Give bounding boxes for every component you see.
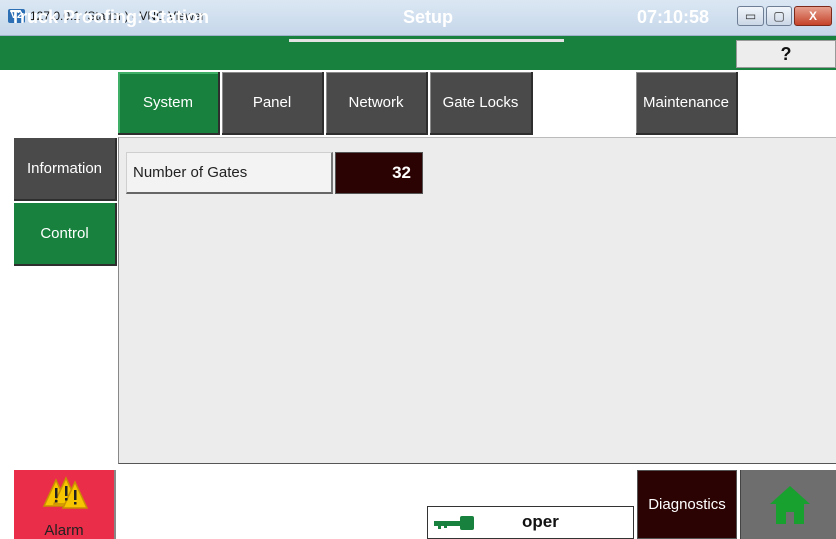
header-divider xyxy=(289,39,564,42)
maximize-button[interactable]: ▢ xyxy=(766,6,792,26)
tab-panel[interactable]: Panel xyxy=(222,72,324,135)
tab-maintenance[interactable]: Maintenance xyxy=(636,72,738,135)
clock: 07:10:58 xyxy=(637,7,710,27)
sidenav-item-information[interactable]: Information xyxy=(14,138,117,201)
close-button[interactable]: X xyxy=(794,6,832,26)
home-button[interactable] xyxy=(740,470,836,539)
diagnostics-button[interactable]: Diagnostics xyxy=(637,470,737,539)
number-of-gates-value[interactable]: 32 xyxy=(335,152,423,194)
sidenav-item-control[interactable]: Control xyxy=(14,203,117,266)
page-title: Setup xyxy=(403,7,454,27)
tab-system[interactable]: System xyxy=(118,72,220,135)
home-icon xyxy=(770,486,810,524)
number-of-gates-label: Number of Gates xyxy=(126,152,333,194)
tab-gate-locks[interactable]: Gate Locks xyxy=(430,72,533,135)
user-login-box[interactable]: oper xyxy=(427,506,634,539)
alarm-button[interactable]: Alarm xyxy=(14,470,116,539)
minimize-button[interactable]: ▭ xyxy=(737,6,764,26)
alarm-label: Alarm xyxy=(44,522,84,539)
current-user: oper xyxy=(522,512,559,531)
warning-triangles-icon xyxy=(42,476,88,509)
app-title: Truck Proofing: Station xyxy=(10,7,210,27)
tab-network[interactable]: Network xyxy=(326,72,428,135)
help-button[interactable]: ? xyxy=(736,40,836,68)
key-icon xyxy=(434,516,474,530)
